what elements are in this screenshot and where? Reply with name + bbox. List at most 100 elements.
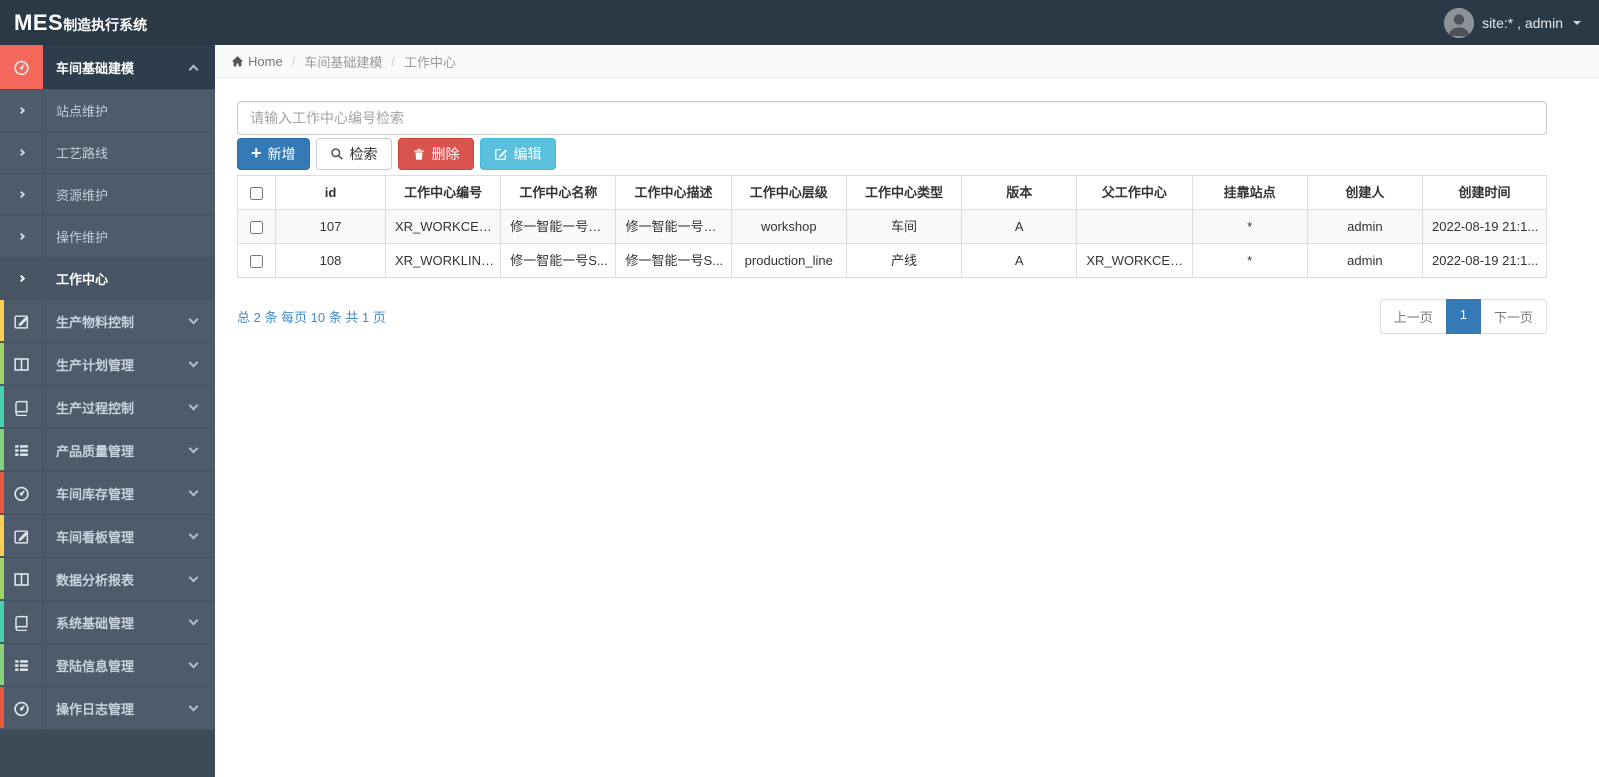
book-icon: [14, 400, 28, 416]
sidebar-item-14[interactable]: 登陆信息管理: [0, 644, 215, 687]
cell-col1: XR_WORKCEN...: [384, 209, 502, 244]
sidebar-icon-cell: [0, 515, 43, 557]
edit-button[interactable]: 编辑: [479, 138, 556, 170]
select-all-checkbox[interactable]: [250, 187, 263, 201]
sidebar-icon-cell: [0, 300, 43, 342]
sidebar-item-label: 生产计划管理: [56, 357, 135, 373]
sidebar-item-label: 站点维护: [56, 104, 109, 119]
edit-icon: [13, 314, 28, 329]
delete-button[interactable]: 删除: [397, 138, 474, 170]
cell-col2: 修一智能一号S...: [500, 243, 617, 278]
book-icon: [14, 615, 28, 631]
breadcrumb-item-module[interactable]: 车间基础建模: [304, 52, 382, 71]
sidebar-icon-cell: [0, 216, 43, 257]
next-page-button[interactable]: 下一页: [1479, 299, 1547, 334]
breadcrumb-separator: [283, 54, 305, 69]
page-content: + 新增 检索: [215, 78, 1599, 334]
sidebar-item-2[interactable]: 工艺路线: [0, 132, 215, 174]
sidebar-menu: 车间基础建模 站点维护工艺路线 资源维护操作维护工作中心生产物料控制生产计划管理生产…: [0, 45, 215, 730]
chevron-down-icon: [188, 701, 199, 712]
chevron-down-icon: [188, 658, 199, 669]
edit-icon: [494, 148, 507, 160]
sidebar-item-7[interactable]: 生产计划管理: [0, 343, 215, 386]
caret-down-icon: [1573, 20, 1581, 25]
workcenter-table: id 工作中心编号 工作中心名称 工作中心描述 工作中心层级 工作中心类型 版本 父工作中心挂…: [237, 175, 1547, 278]
sidebar-item-label: 操作维护: [56, 230, 109, 245]
sidebar-item-6[interactable]: 生产物料控制: [0, 300, 215, 343]
prev-page-button[interactable]: 上一页: [1379, 299, 1447, 334]
sidebar-item-5[interactable]: 工作中心: [0, 258, 215, 300]
column-header-8[interactable]: 挂靠站点: [1191, 175, 1308, 210]
page-1-button[interactable]: 1: [1445, 299, 1481, 334]
table-row[interactable]: 107 XR_WORKCEN... 修一智能一号车间 修一智能一号车间 workshop…: [237, 209, 1547, 244]
sidebar-item-0[interactable]: 车间基础建模: [0, 45, 215, 90]
sidebar-item-9[interactable]: 产品质量管理: [0, 429, 215, 472]
column-header-2[interactable]: 工作中心名称: [500, 175, 617, 210]
trash-icon: [413, 148, 424, 160]
cell-col7: XR_WORKCEN...: [1076, 243, 1193, 278]
cell-col3: 修一智能一号S...: [615, 243, 732, 278]
column-header-6[interactable]: 版本: [961, 175, 1078, 210]
row-checkbox[interactable]: [250, 221, 263, 235]
sidebar-item-label: 车间看板管理: [56, 529, 135, 545]
sidebar-item-11[interactable]: 车间看板管理: [0, 515, 215, 558]
column-header-4[interactable]: 工作中心层级: [730, 175, 847, 210]
breadcrumb-item-current: 工作中心: [403, 54, 456, 70]
sidebar-item-3[interactable]: 资源维护: [0, 174, 215, 216]
sidebar-icon-cell: [0, 386, 43, 428]
sidebar-item-label: 工作中心: [56, 272, 109, 287]
columns-icon: [13, 357, 29, 371]
sidebar-item-label: 产品质量管理: [56, 443, 135, 459]
column-header-5[interactable]: 工作中心类型: [845, 175, 963, 210]
main-area: Home 车间基础建模 工作中心 + 新增: [215, 45, 1599, 777]
chevron-down-icon: [188, 443, 199, 454]
row-select-cell: [237, 243, 276, 278]
sidebar-icon-cell: [0, 90, 43, 131]
chevron-down-icon: [188, 357, 199, 368]
chevron-down-icon: [188, 572, 199, 583]
row-checkbox[interactable]: [250, 255, 263, 269]
sidebar-item-1[interactable]: 站点维护: [0, 90, 215, 132]
add-button[interactable]: + 新增: [237, 138, 310, 170]
pager: 上一页 1 下一页: [1379, 299, 1547, 334]
column-header-7[interactable]: 父工作中心: [1076, 175, 1193, 210]
logo-text-sub: 制造执行系统: [63, 16, 148, 33]
cell-col9: admin: [1306, 209, 1424, 244]
edit-icon: [13, 529, 28, 544]
chevron-right-icon: [17, 232, 25, 241]
sidebar-item-label: 车间库存管理: [56, 486, 135, 502]
sidebar-item-label: 数据分析报表: [56, 572, 135, 588]
table-row[interactable]: 108 XR_WORKLINE... 修一智能一号S... 修一智能一号S... pro…: [237, 243, 1547, 278]
sidebar-item-13[interactable]: 系统基础管理: [0, 601, 215, 644]
chevron-right-icon: [17, 106, 25, 115]
sidebar-icon-cell: [0, 45, 43, 89]
cell-col6: A: [961, 243, 1078, 278]
column-header-0[interactable]: id: [275, 175, 386, 210]
search-button[interactable]: 检索: [315, 138, 392, 170]
sidebar-item-15[interactable]: 操作日志管理: [0, 687, 215, 730]
cell-col6: A: [961, 209, 1078, 244]
cell-col5: 产线: [845, 243, 963, 278]
cell-col4: workshop: [730, 209, 847, 244]
search-input[interactable]: [237, 101, 1547, 135]
breadcrumb-home-link[interactable]: Home: [231, 54, 283, 69]
sidebar-item-12[interactable]: 数据分析报表: [0, 558, 215, 601]
pagination-summary: 总 2 条 每页 10 条 共 1 页: [237, 310, 386, 325]
user-menu[interactable]: site:* , admin: [1444, 7, 1581, 38]
avatar[interactable]: [1444, 7, 1475, 38]
column-header-1[interactable]: 工作中心编号: [384, 175, 502, 210]
category-color-strip: [0, 558, 4, 599]
gauge-icon: [13, 486, 29, 501]
sidebar-icon-cell: [0, 258, 43, 299]
sidebar-icon-cell: [0, 174, 43, 215]
sidebar-item-10[interactable]: 车间库存管理: [0, 472, 215, 515]
columns-icon: [13, 572, 29, 586]
column-header-10[interactable]: 创建时间: [1422, 175, 1547, 210]
column-header-3[interactable]: 工作中心描述: [615, 175, 732, 210]
sidebar-item-label: 系统基础管理: [56, 615, 135, 631]
sidebar-item-label: 车间基础建模: [56, 60, 135, 76]
column-header-9[interactable]: 创建人: [1306, 175, 1424, 210]
cell-col8: *: [1191, 243, 1308, 278]
sidebar-item-4[interactable]: 操作维护: [0, 216, 215, 258]
sidebar-item-8[interactable]: 生产过程控制: [0, 386, 215, 429]
